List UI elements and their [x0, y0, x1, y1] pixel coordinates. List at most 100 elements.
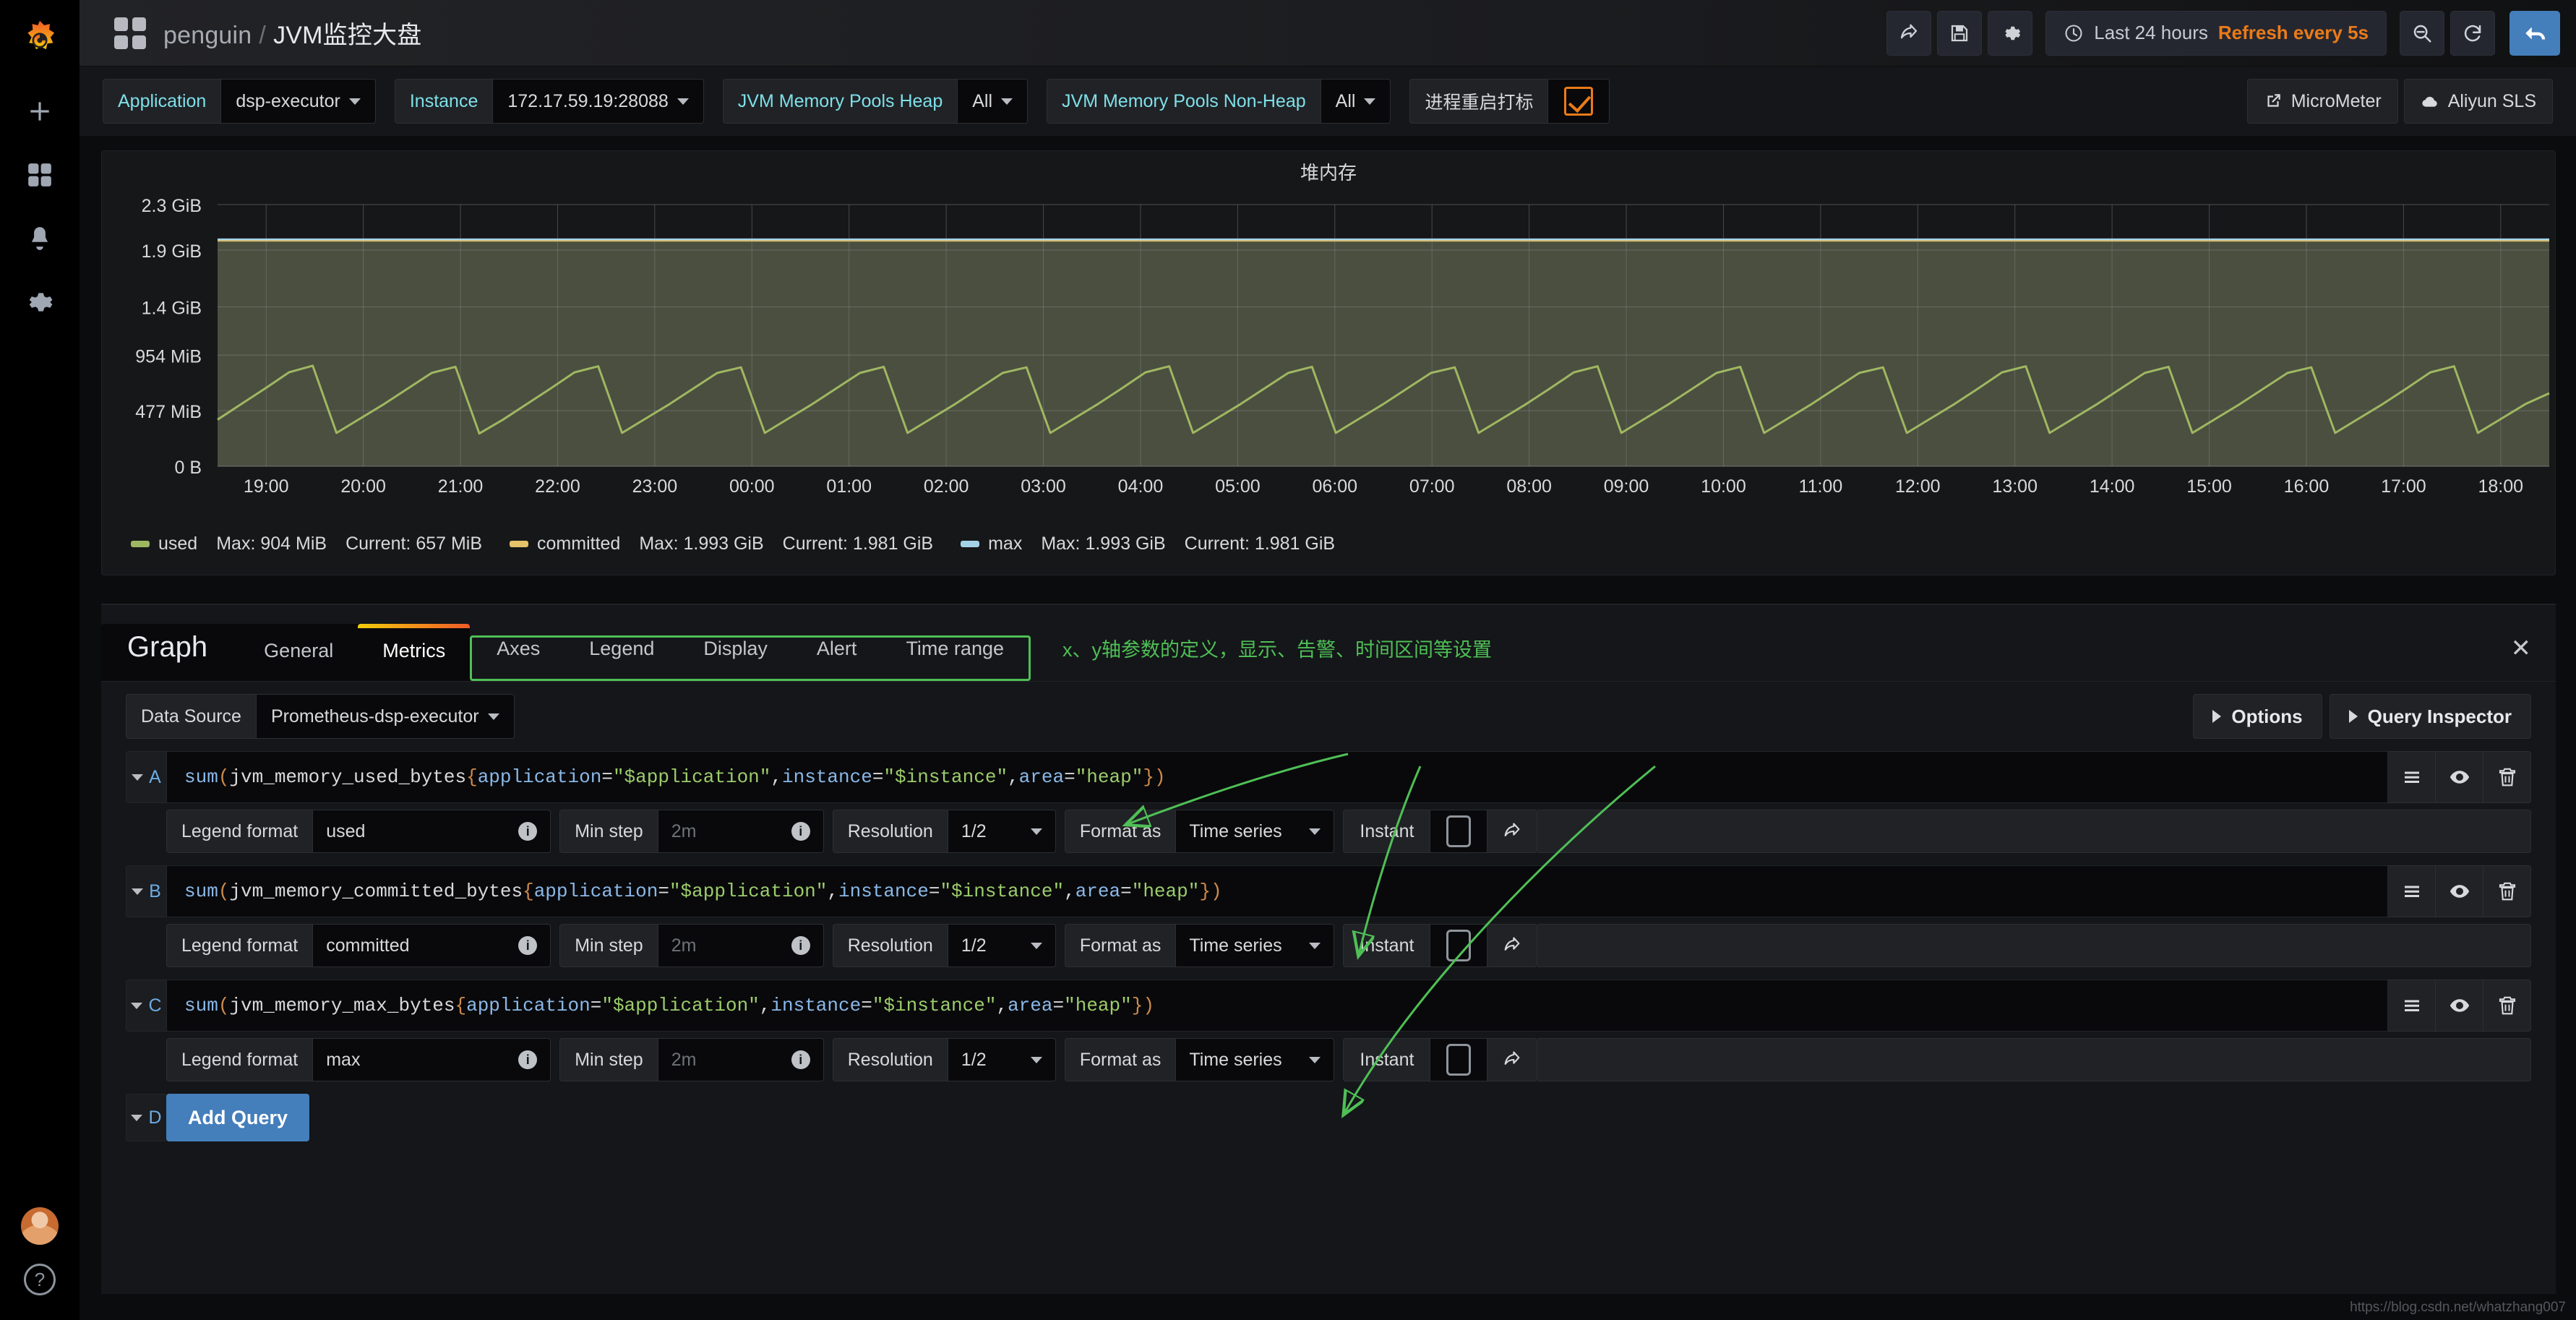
info-icon[interactable]: i [791, 936, 810, 955]
query-c-resolution-select[interactable]: 1/2 [948, 1038, 1056, 1081]
query-b-resolution-select[interactable]: 1/2 [948, 924, 1056, 967]
user-avatar[interactable] [21, 1207, 59, 1245]
query-b-min-step-input[interactable]: 2m i [658, 924, 824, 967]
query-a-resolution-label: Resolution [833, 810, 948, 853]
info-icon[interactable]: i [791, 822, 810, 841]
unchecked-checkbox-icon [1446, 815, 1471, 847]
variable-select-heap-pools[interactable]: All [957, 79, 1028, 124]
query-b-format-as-select[interactable]: Time series [1175, 924, 1334, 967]
query-a-min-step-input[interactable]: 2m i [658, 810, 824, 853]
tab-time-range[interactable]: Time range [881, 638, 1029, 679]
watermark-url: https://blog.csdn.net/whatzhang007 [2350, 1300, 2566, 1316]
plot-area[interactable]: 0 B477 MiB954 MiB1.4 GiB1.9 GiB2.3 GiB19… [102, 192, 2556, 524]
query-c-actions [2388, 980, 2531, 1032]
query-c-min-step-input[interactable]: 2m i [658, 1038, 824, 1081]
grafana-logo[interactable] [0, 0, 80, 80]
query-b-share-icon[interactable] [1487, 924, 1537, 967]
tab-alert[interactable]: Alert [792, 638, 882, 679]
close-editor-button[interactable]: ✕ [2511, 634, 2532, 663]
query-c-toggle-visibility-eye-icon[interactable] [2436, 980, 2483, 1032]
query-a-toggle-visibility-eye-icon[interactable] [2436, 751, 2483, 803]
query-c-legend-format-input[interactable]: max i [312, 1038, 551, 1081]
dashboard-link-micrometer[interactable]: MicroMeter [2247, 79, 2398, 124]
query-a-resolution-value: 1/2 [961, 821, 987, 842]
query-b-toggle-visibility-eye-icon[interactable] [2436, 865, 2483, 917]
query-c-share-icon[interactable] [1487, 1038, 1537, 1081]
variable-checkbox-restart-marker[interactable] [1547, 79, 1610, 124]
add-query-button[interactable]: Add Query [166, 1094, 309, 1141]
dashboard-settings-gear-icon[interactable] [1988, 11, 2032, 56]
query-a-legend-format-input[interactable]: used i [312, 810, 551, 853]
query-c-drag-handle-icon[interactable] [2388, 980, 2436, 1032]
alerting-bell-icon[interactable] [0, 207, 80, 270]
dashboards-icon[interactable] [0, 143, 80, 207]
info-icon[interactable]: i [518, 822, 537, 841]
query-b-legend-format-input[interactable]: committed i [312, 924, 551, 967]
variable-select-nonheap-pools[interactable]: All [1321, 79, 1391, 124]
query-c-instant-checkbox[interactable] [1430, 1038, 1487, 1081]
query-a-format-as-select[interactable]: Time series [1175, 810, 1334, 853]
query-inspector-button[interactable]: Query Inspector [2330, 694, 2531, 739]
configuration-gear-icon[interactable] [0, 270, 80, 334]
time-range-picker[interactable]: Last 24 hours Refresh every 5s [2045, 11, 2387, 56]
x-axis-tick-label: 06:00 [1313, 476, 1358, 497]
add-query-letter[interactable]: D [126, 1094, 166, 1141]
breadcrumb-folder[interactable]: penguin [163, 22, 252, 49]
query-b-delete-trash-icon[interactable] [2483, 865, 2531, 917]
zoom-out-button[interactable] [2400, 11, 2444, 56]
datasource-select[interactable]: Prometheus-dsp-executor [256, 694, 515, 739]
create-add-icon[interactable] [0, 80, 80, 143]
info-icon[interactable]: i [518, 1050, 537, 1069]
variable-select-application[interactable]: dsp-executor [220, 79, 376, 124]
query-a-legend-format-label: Legend format [166, 810, 312, 853]
variable-label-restart-marker: 进程重启打标 [1409, 79, 1547, 124]
query-b-expression[interactable]: sum(jvm_memory_committed_bytes{applicati… [166, 865, 2388, 917]
query-a-delete-trash-icon[interactable] [2483, 751, 2531, 803]
query-b-letter[interactable]: B [126, 865, 166, 917]
tab-general[interactable]: General [239, 640, 358, 681]
query-a-drag-handle-icon[interactable] [2388, 751, 2436, 803]
query-c-format-as-select[interactable]: Time series [1175, 1038, 1334, 1081]
help-icon[interactable]: ? [24, 1264, 56, 1295]
query-b-actions [2388, 865, 2531, 917]
query-c-min-step-placeholder: 2m [671, 1050, 697, 1071]
add-query-row: D Add Query [126, 1094, 2531, 1141]
tab-metrics[interactable]: Metrics [358, 624, 470, 681]
share-dashboard-button[interactable] [1886, 11, 1931, 56]
dashboard-grid-icon[interactable] [114, 17, 146, 49]
variable-label-heap-pools: JVM Memory Pools Heap [723, 79, 957, 124]
query-a-instant-checkbox[interactable] [1430, 810, 1487, 853]
x-axis-tick-label: 10:00 [1701, 476, 1746, 497]
tab-legend[interactable]: Legend [564, 638, 679, 679]
query-a-resolution-select[interactable]: 1/2 [948, 810, 1056, 853]
topbar-actions: Last 24 hours Refresh every 5s [1886, 11, 2576, 56]
info-icon[interactable]: i [791, 1050, 810, 1069]
options-toggle-button[interactable]: Options [2193, 694, 2322, 739]
y-axis-tick-label: 1.9 GiB [142, 241, 202, 262]
query-b-instant-checkbox[interactable] [1430, 924, 1487, 967]
query-a-share-icon[interactable] [1487, 810, 1537, 853]
dashboard-link-aliyun-sls[interactable]: Aliyun SLS [2404, 79, 2553, 124]
tab-axes[interactable]: Axes [472, 638, 564, 679]
query-a-actions [2388, 751, 2531, 803]
y-axis-tick-label: 0 B [174, 458, 202, 478]
query-b-resolution-label: Resolution [833, 924, 948, 967]
info-icon[interactable]: i [518, 936, 537, 955]
refresh-dashboard-button[interactable] [2450, 11, 2495, 56]
query-c-expression[interactable]: sum(jvm_memory_max_bytes{application="$a… [166, 980, 2388, 1032]
variable-value-heap-pools: All [972, 91, 992, 112]
legend-label-committed: committed [537, 533, 620, 554]
variable-select-instance[interactable]: 172.17.59.19:28088 [492, 79, 703, 124]
legend-item-max[interactable]: max Max: 1.993 GiB Current: 1.981 GiB [961, 533, 1335, 554]
tab-display[interactable]: Display [679, 638, 792, 679]
query-c-letter[interactable]: C [126, 980, 166, 1032]
query-b-drag-handle-icon[interactable] [2388, 865, 2436, 917]
back-button[interactable] [2510, 11, 2560, 56]
query-c-delete-trash-icon[interactable] [2483, 980, 2531, 1032]
query-a-letter[interactable]: A [126, 751, 166, 803]
legend-item-used[interactable]: used Max: 904 MiB Current: 657 MiB [131, 533, 482, 554]
save-dashboard-button[interactable] [1937, 11, 1982, 56]
query-a-expression[interactable]: sum(jvm_memory_used_bytes{application="$… [166, 751, 2388, 803]
legend-item-committed[interactable]: committed Max: 1.993 GiB Current: 1.981 … [510, 533, 933, 554]
legend-max-max: Max: 1.993 GiB [1041, 533, 1165, 554]
